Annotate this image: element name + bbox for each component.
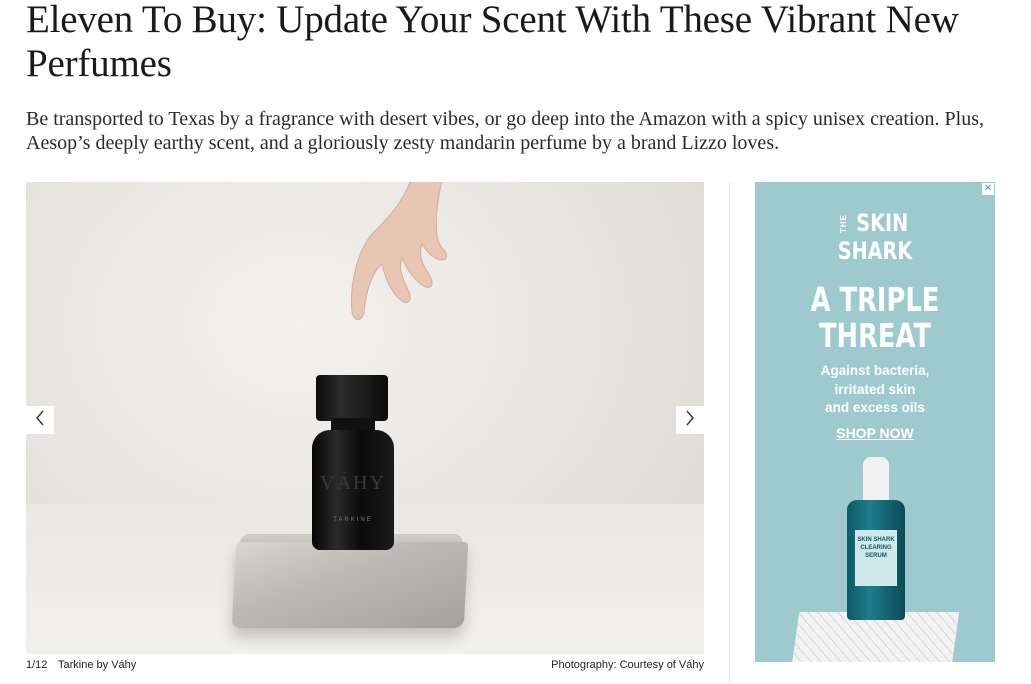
bottle-cap [316,375,388,421]
ad-headline-line1: A TRIPLE [810,280,940,319]
ad-body-line3: and excess oils [825,400,925,415]
ad-body-line1: Against bacteria, [820,363,930,378]
bottle-name-text: TARKINE [333,516,373,523]
article-headline: Eleven To Buy: Update Your Scent With Th… [26,0,959,85]
ad-logo-line1: SKIN [856,209,909,237]
photo-credit: Photography: Courtesy of Váhy [551,659,704,671]
chevron-left-icon [35,410,45,430]
bottle-brand-text: VÁHY [320,471,386,494]
article-dek: Be transported to Texas by a fragrance w… [26,108,984,154]
gallery-caption-row: 1/12 Tarkine by Váhy Photography: Courte… [26,659,704,675]
ad-body: Against bacteria, irritated skin and exc… [755,362,995,418]
gallery-prev-button[interactable] [26,406,54,434]
ad-headline-line2: THREAT [818,316,931,355]
close-icon[interactable]: ✕ [982,183,994,195]
ad-logo-line2: SHARK [837,237,913,265]
ad-body-line2: irritated skin [834,381,916,397]
gallery-next-button[interactable] [676,406,704,434]
ad-product-name: CLEARING SERUM [860,545,892,559]
column-divider [729,182,730,684]
gallery-counter: 1/12 [26,659,48,671]
advertisement[interactable]: ✕ THE SKIN SHARK A TRIPLE THREAT Against… [755,182,995,662]
ad-product-label: SKIN SHARK CLEARING SERUM [855,530,897,586]
ad-shop-now-link[interactable]: SHOP NOW [755,425,995,441]
ad-bottle-pump [863,457,889,502]
gallery-caption: Tarkine by Váhy [58,659,137,671]
ad-headline: A TRIPLE THREAT [781,282,968,354]
chevron-right-icon [685,410,695,430]
image-gallery[interactable]: VÁHY TARKINE [26,182,704,654]
ad-product-brand: SKIN SHARK [857,537,895,543]
stone-plinth [231,542,469,628]
perfume-bottle: VÁHY TARKINE [312,430,394,550]
hand-illustration [350,182,447,320]
